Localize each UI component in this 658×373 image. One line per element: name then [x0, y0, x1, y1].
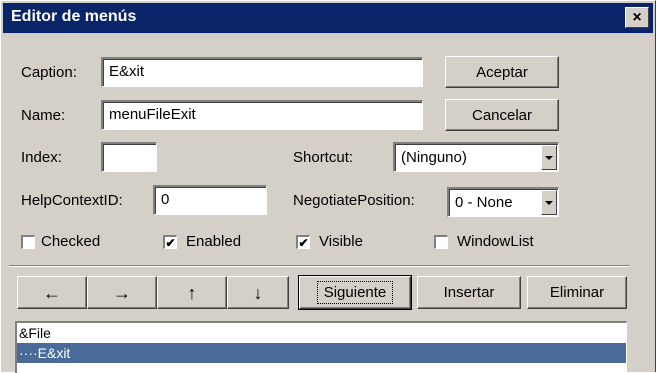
name-input[interactable]: menuFileExit	[101, 100, 423, 130]
cancel-button[interactable]: Cancelar	[445, 99, 559, 131]
negotiateposition-dropdown-button[interactable]	[541, 190, 557, 215]
delete-button[interactable]: Eliminar	[527, 276, 627, 309]
chevron-down-icon	[545, 155, 553, 160]
name-label: Name:	[21, 107, 66, 124]
visible-checkbox-box[interactable]: ✔	[296, 235, 310, 249]
menu-editor-dialog: Editor de menús × Caption: E&xit Aceptar…	[0, 0, 656, 373]
move-left-button[interactable]: ←	[17, 276, 87, 309]
arrow-right-icon: →	[113, 282, 131, 303]
caption-label: Caption:	[21, 64, 77, 81]
separator	[9, 265, 629, 267]
windowlist-label: WindowList	[457, 233, 534, 250]
window-title: Editor de menús	[11, 8, 137, 25]
list-item[interactable]: &File	[17, 323, 626, 343]
next-button-label: Siguiente	[316, 281, 394, 304]
shortcut-dropdown[interactable]: (Ninguno)	[393, 142, 559, 172]
checked-checkbox-box[interactable]	[21, 235, 35, 249]
accept-button[interactable]: Aceptar	[445, 56, 559, 88]
negotiateposition-dropdown[interactable]: 0 - None	[447, 187, 559, 217]
enabled-checkbox-box[interactable]: ✔	[163, 235, 177, 249]
visible-label: Visible	[319, 233, 363, 250]
shortcut-value: (Ninguno)	[401, 149, 467, 166]
title-bar: Editor de menús ×	[3, 3, 653, 33]
shortcut-label: Shortcut:	[293, 149, 354, 166]
insert-button[interactable]: Insertar	[417, 276, 521, 309]
close-button[interactable]: ×	[625, 7, 649, 28]
move-right-button[interactable]: →	[87, 276, 157, 309]
chevron-down-icon	[545, 200, 553, 205]
menu-items-list[interactable]: &File ····E&xit	[15, 321, 627, 373]
caption-input[interactable]: E&xit	[101, 57, 423, 87]
index-input[interactable]	[101, 142, 157, 172]
move-down-button[interactable]: ↓	[227, 276, 289, 309]
checked-label: Checked	[41, 233, 101, 250]
negotiateposition-label: NegotiatePosition:	[293, 192, 415, 209]
arrow-down-icon: ↓	[253, 282, 263, 303]
list-item-selected[interactable]: ····E&xit	[17, 343, 626, 363]
arrow-up-icon: ↑	[187, 282, 197, 303]
shortcut-dropdown-button[interactable]	[541, 145, 557, 170]
windowlist-checkbox-box[interactable]	[434, 235, 448, 249]
move-up-button[interactable]: ↑	[157, 276, 227, 309]
negotiateposition-value: 0 - None	[455, 194, 513, 211]
arrow-left-icon: ←	[43, 282, 61, 303]
helpcontextid-label: HelpContextID:	[21, 192, 123, 209]
helpcontextid-input[interactable]: 0	[153, 185, 267, 215]
close-icon: ×	[632, 8, 642, 26]
enabled-label: Enabled	[186, 233, 242, 250]
index-label: Index:	[21, 149, 62, 166]
next-button[interactable]: Siguiente	[298, 275, 412, 310]
